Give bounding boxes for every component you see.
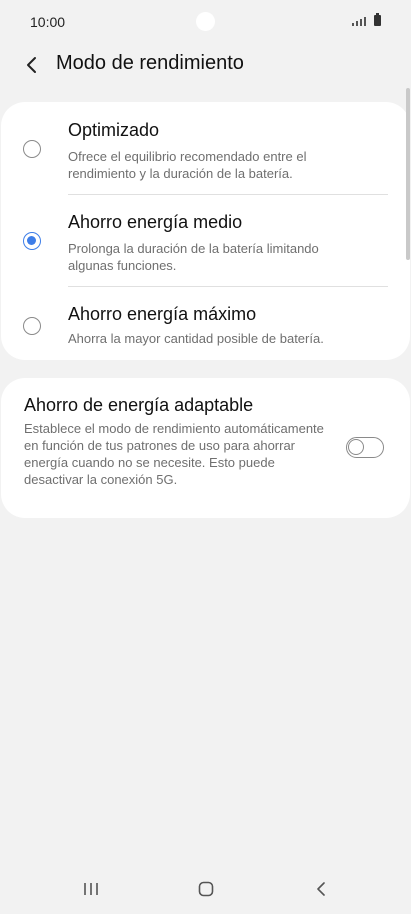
- option-description: Prolonga la duración de la batería limit…: [68, 241, 319, 273]
- option-max-saving[interactable]: Ahorro energía máximo Ahorra la mayor ca…: [1, 286, 410, 360]
- status-time: 10:00: [30, 14, 66, 30]
- radio-optimized[interactable]: [23, 140, 41, 158]
- adaptive-toggle[interactable]: [346, 437, 384, 458]
- status-bar: 10:00: [0, 0, 411, 44]
- option-description: Ahorra la mayor cantidad posible de bate…: [68, 331, 324, 346]
- adaptive-description: Establece el modo de rendimiento automát…: [24, 421, 324, 487]
- nav-back-button[interactable]: [301, 874, 341, 904]
- signal-bar: [364, 17, 366, 26]
- signal-bar: [356, 21, 358, 26]
- option-title: Optimizado: [68, 120, 160, 140]
- page-title: Modo de rendimiento: [56, 52, 244, 74]
- recents-icon: [84, 883, 98, 895]
- scrollbar[interactable]: [406, 88, 410, 260]
- signal-icon: [352, 23, 354, 26]
- status-icons: [352, 13, 381, 26]
- camera-cutout: [196, 12, 215, 31]
- adaptive-title: Ahorro de energía adaptable: [24, 395, 254, 415]
- adaptive-power-card: Ahorro de energía adaptable Establece el…: [1, 378, 410, 518]
- signal-bar: [360, 19, 362, 26]
- navigation-bar: [0, 866, 411, 914]
- adaptive-power-item[interactable]: Ahorro de energía adaptable Establece el…: [1, 378, 410, 518]
- option-title: Ahorro energía máximo: [68, 304, 257, 324]
- option-medium-saving[interactable]: Ahorro energía medio Prolonga la duració…: [1, 194, 410, 286]
- home-button[interactable]: [186, 874, 226, 904]
- radio-medium-saving[interactable]: [23, 232, 41, 250]
- home-icon: [198, 881, 214, 897]
- recents-button[interactable]: [71, 874, 111, 904]
- option-title: Ahorro energía medio: [68, 212, 243, 232]
- back-button[interactable]: [18, 50, 48, 80]
- chevron-left-icon: [27, 57, 36, 73]
- option-description: Ofrece el equilibrio recomendado entre e…: [68, 149, 307, 181]
- back-icon: [317, 882, 325, 896]
- performance-mode-card: Optimizado Ofrece el equilibrio recomend…: [1, 102, 410, 360]
- toggle-knob: [348, 439, 364, 455]
- radio-max-saving[interactable]: [23, 317, 41, 335]
- battery-icon: [374, 13, 381, 26]
- option-optimized[interactable]: Optimizado Ofrece el equilibrio recomend…: [1, 102, 410, 194]
- app-bar: Modo de rendimiento: [0, 44, 411, 88]
